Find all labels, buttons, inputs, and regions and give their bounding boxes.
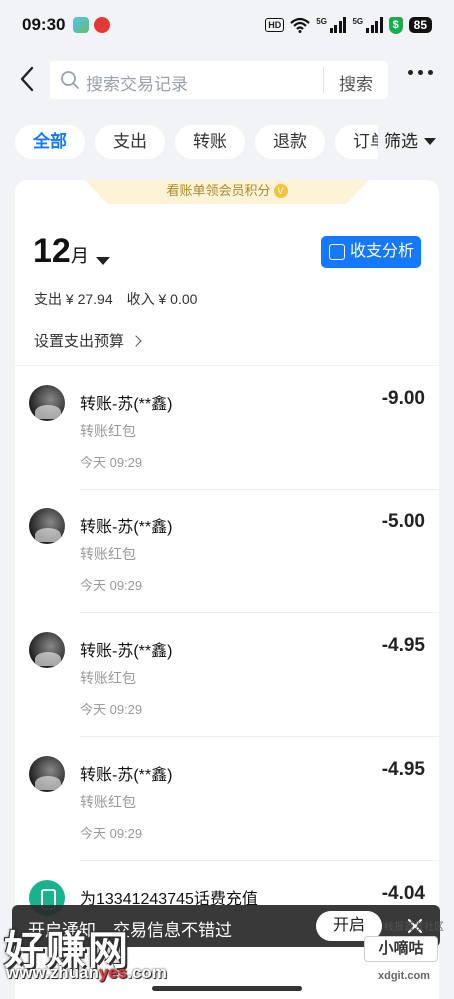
tab-transfer[interactable]: 转账: [175, 125, 245, 159]
transaction-title: 转账-苏(**鑫): [80, 643, 173, 660]
watermark-right-logo: 小嘀咕: [364, 936, 438, 962]
budget-label: 设置支出预算: [34, 333, 125, 350]
notification-icons: [73, 17, 111, 33]
avatar: [29, 756, 65, 792]
tab-refund[interactable]: 退款: [255, 125, 325, 159]
watermark-right-url: xdgit.com: [378, 970, 430, 982]
more-options-icon[interactable]: [408, 70, 433, 75]
transaction-amount: -5.00: [381, 511, 425, 532]
app-notification-icon: [94, 17, 111, 33]
transaction-amount: -9.00: [381, 388, 425, 409]
transaction-row[interactable]: 转账-苏(**鑫) 转账红包 今天 09:29 -9.00: [15, 366, 439, 490]
filter-button[interactable]: 筛选: [378, 125, 454, 159]
transaction-amount: -4.04: [381, 883, 425, 904]
month-selector[interactable]: 12月: [33, 232, 89, 271]
chart-icon: [329, 244, 345, 260]
tab-expense[interactable]: 支出: [95, 125, 165, 159]
signal-type-label: 5G: [352, 16, 364, 26]
transaction-amount: -4.95: [381, 759, 425, 780]
status-right: HD 5G 5G $ 85: [265, 16, 432, 34]
avatar: [29, 632, 65, 668]
member-points-banner[interactable]: 看账单领会员积分 V: [85, 180, 369, 204]
watermark-url-accent: yes: [98, 963, 128, 982]
transaction-subtitle: 转账红包: [80, 423, 136, 439]
transaction-time: 今天 09:29: [80, 455, 143, 470]
search-header: 搜索交易记录 搜索: [0, 58, 454, 102]
search-button[interactable]: 搜索: [328, 70, 384, 95]
back-arrow-icon[interactable]: [14, 64, 44, 94]
transaction-subtitle: 转账红包: [80, 794, 136, 810]
wifi-icon: [290, 17, 311, 33]
caret-down-icon[interactable]: [96, 257, 110, 265]
transaction-row[interactable]: 转账-苏(**鑫) 转账红包 今天 09:29 -5.00: [15, 489, 439, 613]
transaction-time: 今天 09:29: [80, 826, 143, 841]
coin-icon: V: [273, 184, 288, 198]
transaction-title: 转账-苏(**鑫): [80, 767, 173, 784]
transaction-time: 今天 09:29: [80, 702, 143, 717]
transaction-row[interactable]: 转账-苏(**鑫) 转账红包 今天 09:29 -4.95: [15, 737, 439, 861]
transaction-title: 转账-苏(**鑫): [80, 519, 173, 536]
transaction-row[interactable]: 转账-苏(**鑫) 转账红包 今天 09:29 -4.95: [15, 613, 439, 737]
watermark-url-prefix: www.zhuan: [6, 963, 99, 982]
filter-label: 筛选: [384, 132, 418, 151]
filter-tabs: 全部 支出 转账 退款 订单 筛选: [0, 125, 454, 159]
analysis-label: 收支分析: [350, 243, 415, 260]
signal-icon: [366, 17, 383, 33]
watermark-url: www.zhuanyes.com: [6, 963, 167, 983]
transaction-amount: -4.95: [381, 635, 425, 656]
watermark-right: 线报首发社区 小嘀咕: [364, 918, 444, 968]
watermark-right-top: 线报首发社区: [384, 922, 444, 933]
transaction-title: 转账-苏(**鑫): [80, 396, 173, 413]
set-budget-link[interactable]: 设置支出预算: [34, 330, 142, 351]
bill-card: 看账单领会员积分 V 12月 收支分析 支出 ¥ 27.94 收入 ¥ 0.00 …: [15, 180, 439, 999]
search-input[interactable]: 搜索交易记录: [86, 70, 188, 95]
security-shield-icon: $: [388, 16, 403, 34]
transaction-subtitle: 转账红包: [80, 546, 136, 562]
search-icon: [61, 71, 79, 89]
avatar: [29, 385, 65, 421]
chevron-right-icon: [130, 335, 142, 347]
transaction-subtitle: 转账红包: [80, 670, 136, 686]
status-bar: 09:30 HD 5G 5G $ 85: [0, 0, 454, 50]
expense-total: 支出 ¥ 27.94: [34, 291, 113, 307]
signal-type-label: 5G: [316, 16, 327, 26]
search-bar: 搜索交易记录 搜索: [50, 61, 388, 99]
battery-icon: 85: [408, 17, 432, 33]
avatar: [29, 508, 65, 544]
month-unit: 月: [70, 246, 89, 266]
signal-icon: [329, 17, 347, 33]
month-summary: 支出 ¥ 27.94 收入 ¥ 0.00: [34, 289, 197, 309]
banner-text: 看账单领会员积分: [166, 183, 271, 198]
app-notification-icon: [73, 17, 90, 33]
status-time: 09:30: [22, 15, 66, 34]
income-total: 收入 ¥ 0.00: [126, 291, 198, 307]
caret-down-icon: [424, 138, 436, 145]
transaction-time: 今天 09:29: [80, 578, 143, 593]
hd-icon: HD: [265, 18, 285, 32]
month-number: 12: [33, 232, 71, 270]
home-indicator[interactable]: [152, 986, 302, 991]
tab-all[interactable]: 全部: [15, 125, 85, 159]
income-expense-analysis-button[interactable]: 收支分析: [321, 236, 421, 268]
search-divider: [323, 67, 324, 93]
watermark-url-suffix: .com: [127, 963, 167, 982]
